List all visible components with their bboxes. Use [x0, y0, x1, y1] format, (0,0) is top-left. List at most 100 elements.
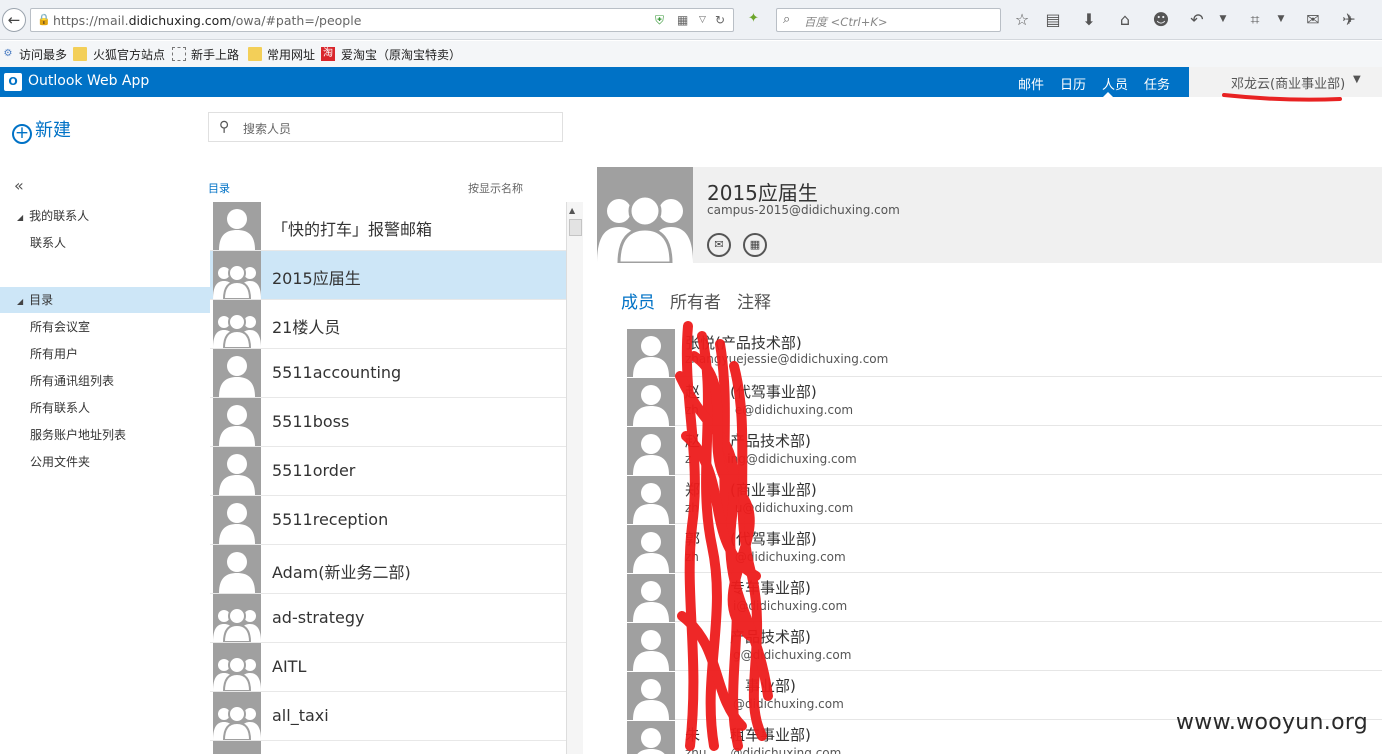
- nav-people[interactable]: 人员: [1102, 74, 1128, 93]
- nav-mail[interactable]: 邮件: [1018, 74, 1044, 93]
- comment-icon[interactable]: ✉: [1302, 10, 1324, 29]
- reading-list-icon[interactable]: ▤: [1042, 10, 1064, 29]
- crop-icon[interactable]: ⌗: [1244, 10, 1266, 30]
- person-avatar-icon: [627, 476, 675, 524]
- contact-list-item[interactable]: ad-strategy: [210, 594, 566, 643]
- tree-all-contacts[interactable]: 所有联系人: [0, 395, 210, 421]
- star-icon[interactable]: ☆: [1011, 10, 1033, 29]
- person-avatar-icon: [213, 202, 261, 250]
- contact-detail-header: 2015应届生 campus-2015@didichuxing.com ✉ ▦: [597, 167, 1382, 263]
- reload-icon[interactable]: ↻: [715, 13, 725, 27]
- person-avatar-icon: [627, 329, 675, 377]
- tree-directory[interactable]: ◢ 目录: [0, 287, 210, 313]
- tree-all-distribution-lists[interactable]: 所有通讯组列表: [0, 368, 210, 394]
- addon-icon[interactable]: ✈: [1338, 10, 1360, 29]
- person-avatar-icon: [627, 721, 675, 754]
- contact-name: 「快的打车」报警邮箱: [272, 220, 433, 239]
- person-avatar-icon: [627, 427, 675, 475]
- bookmark-firefox-site[interactable]: 火狐官方站点: [93, 46, 165, 63]
- calendar-icon[interactable]: ▦: [743, 233, 767, 257]
- tab-members[interactable]: 成员: [621, 288, 655, 313]
- contact-name: 5511accounting: [272, 363, 402, 382]
- tree-contacts[interactable]: 联系人: [0, 230, 210, 256]
- contact-list-item[interactable]: 「快的打车」报警邮箱: [210, 202, 566, 251]
- browser-toolbar: ← 🔒 https://mail.didichuxing.com/owa/#pa…: [0, 0, 1382, 40]
- group-avatar-icon: [597, 167, 693, 263]
- bookmark-common-sites[interactable]: 常用网址: [267, 46, 315, 63]
- download-icon[interactable]: ⬇: [1078, 10, 1100, 29]
- chevron-down-icon[interactable]: ▼: [1353, 74, 1361, 85]
- group-avatar-icon: [213, 594, 261, 642]
- detail-name: 2015应届生: [707, 181, 818, 205]
- contact-name: 21楼人员: [272, 318, 341, 337]
- contact-list-item[interactable]: 2015应届生: [210, 251, 566, 300]
- contact-list-item[interactable]: AITL: [210, 643, 566, 692]
- email-icon[interactable]: ✉: [707, 233, 731, 257]
- user-name[interactable]: 邓龙云(商业事业部): [1231, 73, 1345, 92]
- crop-dropdown-icon[interactable]: ▼: [1270, 14, 1292, 24]
- dropdown-icon[interactable]: ▽: [699, 15, 706, 25]
- bookmark-most-visited[interactable]: 访问最多: [19, 46, 67, 63]
- contact-name: 5511order: [272, 461, 356, 480]
- contact-list-item[interactable]: all_taxi: [210, 692, 566, 741]
- taobao-icon: 淘: [321, 47, 335, 61]
- tab-owners[interactable]: 所有者: [670, 288, 721, 313]
- group-avatar-icon: [213, 741, 261, 754]
- undo-icon[interactable]: ↶: [1186, 10, 1208, 29]
- sort-label[interactable]: 按显示名称: [468, 180, 523, 196]
- address-bar[interactable]: 🔒 https://mail.didichuxing.com/owa/#path…: [30, 8, 734, 32]
- contact-list-item[interactable]: Adam(新业务二部): [210, 545, 566, 594]
- search-scope-label[interactable]: 目录: [208, 180, 230, 196]
- app-title: Outlook Web App: [28, 73, 150, 89]
- contact-list: 「快的打车」报警邮箱 2015应届生 21楼人员 5511accounting 5511…: [210, 202, 566, 754]
- owa-navbar: O Outlook Web App 邮件 日历 人员 任务: [0, 67, 1382, 97]
- person-avatar-icon: [627, 623, 675, 671]
- back-button[interactable]: ←: [2, 8, 26, 32]
- tree-all-users[interactable]: 所有用户: [0, 341, 210, 367]
- shield-icon[interactable]: ⛨: [655, 13, 664, 28]
- search-icon: ⚲: [219, 119, 230, 135]
- bookmarks-bar: ⚙ 访问最多 火狐官方站点 新手上路 常用网址 淘 爱淘宝（原淘宝特卖）: [0, 41, 1382, 67]
- url-text[interactable]: https://mail.didichuxing.com/owa/#path=/…: [53, 13, 361, 28]
- chat-icon[interactable]: ☻: [1150, 10, 1172, 29]
- nav-calendar[interactable]: 日历: [1060, 74, 1086, 93]
- undo-dropdown-icon[interactable]: ▼: [1212, 14, 1234, 24]
- scroll-thumb[interactable]: [569, 219, 582, 236]
- plus-circle-icon: +: [12, 124, 32, 144]
- people-search-input[interactable]: ⚲ 搜索人员: [208, 112, 563, 142]
- group-avatar-icon: [213, 251, 261, 299]
- browser-search-placeholder: 百度 <Ctrl+K>: [804, 15, 888, 29]
- contact-list-item[interactable]: 5511accounting: [210, 349, 566, 398]
- contact-name: 2015应届生: [272, 269, 361, 288]
- tree-service-accounts[interactable]: 服务账户地址列表: [0, 422, 210, 448]
- contact-name: AITL: [272, 657, 307, 676]
- collapse-pane-icon[interactable]: «: [14, 176, 24, 195]
- tree-my-contacts[interactable]: ◢ 我的联系人: [0, 203, 210, 229]
- home-icon[interactable]: ⌂: [1114, 10, 1136, 29]
- contact-name: Adam(新业务二部): [272, 563, 411, 582]
- extension-icon[interactable]: ✦: [748, 11, 766, 29]
- lock-icon: 🔒: [37, 13, 51, 26]
- nav-tasks[interactable]: 任务: [1144, 74, 1170, 93]
- folder-icon: [248, 47, 262, 61]
- new-contact-button[interactable]: + 新建: [12, 116, 71, 144]
- qrcode-icon[interactable]: ▦: [677, 13, 688, 27]
- browser-search-box[interactable]: ⌕ 百度 <Ctrl+K>: [776, 8, 1001, 32]
- contact-list-scrollbar[interactable]: ▲: [566, 202, 583, 754]
- contact-list-item[interactable]: 5511order: [210, 447, 566, 496]
- person-avatar-icon: [213, 496, 261, 544]
- gear-icon: ⚙: [3, 48, 13, 59]
- contact-list-item[interactable]: 5511reception: [210, 496, 566, 545]
- contact-list-item[interactable]: 21楼人员: [210, 300, 566, 349]
- tab-notes[interactable]: 注释: [737, 288, 771, 313]
- scroll-up-icon[interactable]: ▲: [569, 206, 575, 215]
- tree-public-folders[interactable]: 公用文件夹: [0, 449, 210, 475]
- tree-all-rooms[interactable]: 所有会议室: [0, 314, 210, 340]
- bookmark-getting-started[interactable]: 新手上路: [191, 46, 239, 63]
- contact-list-item[interactable]: 5511boss: [210, 398, 566, 447]
- expanded-triangle-icon: ◢: [17, 297, 24, 306]
- bookmark-aitaobao[interactable]: 爱淘宝（原淘宝特卖）: [341, 46, 461, 63]
- detail-email[interactable]: campus-2015@didichuxing.com: [707, 203, 900, 217]
- contact-list-item[interactable]: [210, 741, 566, 754]
- group-avatar-icon: [213, 692, 261, 740]
